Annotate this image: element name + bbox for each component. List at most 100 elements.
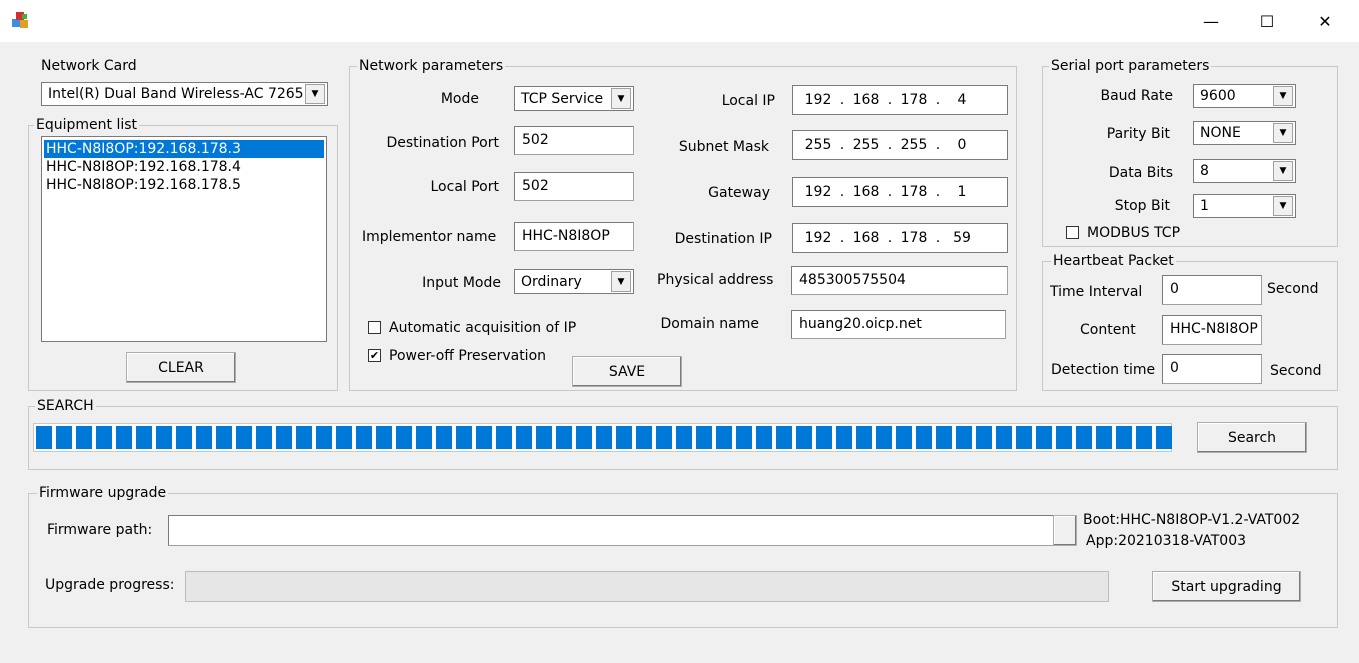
progress-segment <box>1096 426 1112 449</box>
time-interval-input[interactable]: 0 <box>1162 275 1262 305</box>
progress-segment <box>416 426 432 449</box>
modbus-tcp-label: MODBUS TCP <box>1087 225 1181 241</box>
progress-segment <box>356 426 372 449</box>
stop-bit-value: 1 <box>1200 198 1209 214</box>
auto-ip-checkbox[interactable] <box>368 321 381 334</box>
detection-time-input[interactable]: 0 <box>1162 354 1262 384</box>
app-version-text: App:20210318-VAT003 <box>1086 533 1247 549</box>
ip-octet: 178 <box>900 230 928 246</box>
progress-segment <box>676 426 692 449</box>
domain-name-input[interactable]: huang20.oicp.net <box>791 310 1006 339</box>
baud-rate-select[interactable]: 9600 ▼ <box>1193 84 1296 108</box>
list-item[interactable]: HHC-N8I8OP:192.168.178.4 <box>44 158 324 176</box>
progress-segment <box>816 426 832 449</box>
progress-segment <box>476 426 492 449</box>
progress-segment <box>916 426 932 449</box>
baud-rate-label: Baud Rate <box>1100 88 1174 104</box>
browse-button[interactable] <box>1053 515 1077 546</box>
destination-port-input[interactable]: 502 <box>514 126 634 155</box>
title-bar <box>0 0 1359 42</box>
save-button[interactable]: SAVE <box>572 356 682 387</box>
destination-ip-input[interactable]: 192. 168. 178. 59 <box>792 223 1008 253</box>
progress-segment <box>576 426 592 449</box>
progress-segment <box>656 426 672 449</box>
power-off-checkbox[interactable]: ✔ <box>368 349 381 362</box>
ip-octet: 168 <box>852 230 880 246</box>
progress-segment <box>596 426 612 449</box>
detection-time-unit: Second <box>1270 363 1322 379</box>
stop-bit-label: Stop Bit <box>1114 198 1170 214</box>
start-upgrading-button[interactable]: Start upgrading <box>1152 571 1301 602</box>
network-card-select[interactable]: Intel(R) Dual Band Wireless-AC 7265 ▼ <box>41 82 328 106</box>
progress-segment <box>1156 426 1172 449</box>
ip-octet: 255 <box>804 137 832 153</box>
equipment-listbox[interactable]: HHC-N8I8OP:192.168.178.3 HHC-N8I8OP:192.… <box>41 136 327 342</box>
input-mode-select[interactable]: Ordinary ▼ <box>514 269 634 294</box>
progress-segment <box>636 426 652 449</box>
physical-address-label: Physical address <box>657 272 774 288</box>
stop-bit-select[interactable]: 1 ▼ <box>1193 194 1296 218</box>
data-bits-select[interactable]: 8 ▼ <box>1193 159 1296 183</box>
progress-segment <box>316 426 332 449</box>
progress-segment <box>136 426 152 449</box>
progress-segment <box>696 426 712 449</box>
local-port-input[interactable]: 502 <box>514 172 634 201</box>
power-off-label: Power-off Preservation <box>389 348 547 364</box>
list-item[interactable]: HHC-N8I8OP:192.168.178.5 <box>44 176 324 194</box>
progress-segment <box>436 426 452 449</box>
parity-bit-select[interactable]: NONE ▼ <box>1193 121 1296 145</box>
serial-port-legend: Serial port parameters <box>1049 58 1212 74</box>
input-mode-value: Ordinary <box>521 273 582 290</box>
subnet-mask-label: Subnet Mask <box>678 139 769 155</box>
clear-button[interactable]: CLEAR <box>126 352 236 383</box>
progress-segment <box>1036 426 1052 449</box>
input-mode-label: Input Mode <box>422 275 501 291</box>
destination-ip-label: Destination IP <box>674 231 772 247</box>
ip-octet: 192 <box>804 92 832 108</box>
ip-dot: . <box>935 137 941 153</box>
physical-address-input[interactable]: 485300575504 <box>791 266 1008 295</box>
progress-segment <box>396 426 412 449</box>
gateway-input[interactable]: 192. 168. 178. 1 <box>792 177 1008 207</box>
ip-octet: 178 <box>900 184 928 200</box>
progress-segment <box>1016 426 1032 449</box>
ip-octet: 0 <box>957 137 967 153</box>
equipment-list-legend: Equipment list <box>34 117 140 133</box>
local-ip-input[interactable]: 192. 168. 178. 4 <box>792 85 1008 115</box>
chevron-down-icon: ▼ <box>1273 196 1293 216</box>
subnet-mask-input[interactable]: 255. 255. 255. 0 <box>792 130 1008 160</box>
progress-segment <box>716 426 732 449</box>
network-card-value: Intel(R) Dual Band Wireless-AC 7265 <box>48 86 304 102</box>
list-item[interactable]: HHC-N8I8OP:192.168.178.3 <box>44 140 324 158</box>
progress-segment <box>456 426 472 449</box>
progress-segment <box>996 426 1012 449</box>
destination-port-label: Destination Port <box>386 135 499 151</box>
close-button[interactable]: ✕ <box>1310 8 1340 34</box>
firmware-path-input[interactable] <box>168 515 1054 546</box>
progress-segment <box>856 426 872 449</box>
heartbeat-legend: Heartbeat Packet <box>1051 253 1176 269</box>
content-input[interactable]: HHC-N8I8OP <box>1162 315 1262 345</box>
upgrade-progress-bar <box>185 571 1109 602</box>
implementor-name-input[interactable]: HHC-N8I8OP <box>514 222 634 251</box>
search-legend: SEARCH <box>35 398 96 414</box>
time-interval-unit: Second <box>1267 281 1319 297</box>
baud-rate-value: 9600 <box>1200 88 1236 104</box>
search-button[interactable]: Search <box>1197 422 1307 453</box>
maximize-button[interactable]: ☐ <box>1252 8 1282 34</box>
progress-segment <box>296 426 312 449</box>
progress-segment <box>36 426 52 449</box>
minimize-icon: — <box>1203 11 1219 31</box>
progress-segment <box>736 426 752 449</box>
search-progress-bar <box>33 423 1172 452</box>
progress-segment <box>516 426 532 449</box>
modbus-tcp-checkbox[interactable] <box>1066 226 1079 239</box>
upgrade-progress-label: Upgrade progress: <box>45 577 175 593</box>
progress-segment <box>936 426 952 449</box>
minimize-button[interactable]: — <box>1196 8 1226 34</box>
ip-dot: . <box>887 92 893 108</box>
ip-octet: 59 <box>953 230 971 246</box>
mode-select[interactable]: TCP Service ▼ <box>514 86 634 111</box>
progress-segment <box>376 426 392 449</box>
data-bits-label: Data Bits <box>1108 165 1173 181</box>
